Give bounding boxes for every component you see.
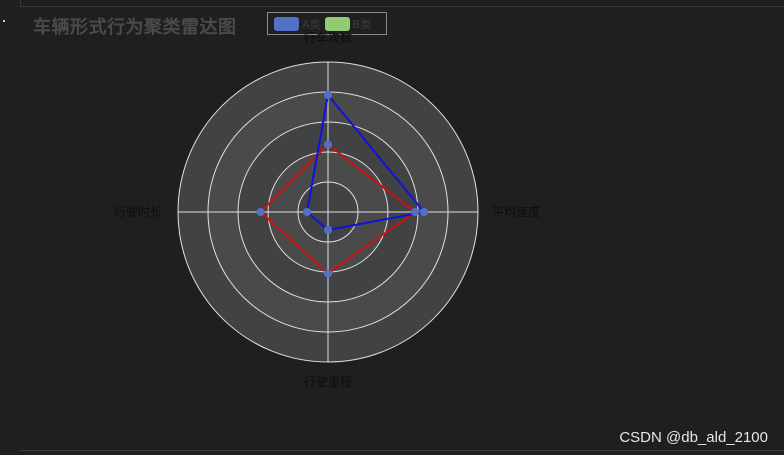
radar-series-point [411, 208, 419, 216]
radar-series-point [420, 208, 428, 216]
radar-series-point [324, 91, 332, 99]
watermark: CSDN @db_ald_2100 [619, 429, 768, 446]
radar-series-point [324, 269, 332, 278]
chart-frame: 车辆形式行为聚类雷达图 A类 B类 行车次数 平均速度 行驶里程 行驶时长 CSDN … [0, 0, 784, 455]
radar-chart: 行车次数平均速度行驶里程 行驶时长 [114, 30, 540, 389]
radar-series-point [324, 226, 332, 234]
radar-indicator-label: 行驶时长 [114, 204, 162, 219]
radar-series-point [324, 140, 332, 149]
radar-indicator-label: 行车次数 [304, 30, 352, 45]
radar-indicator-label: 行驶里程 [304, 374, 352, 389]
radar-series-point [303, 208, 311, 216]
radar-series-point [256, 208, 265, 216]
radar-indicator-label: 平均速度 [492, 204, 540, 219]
